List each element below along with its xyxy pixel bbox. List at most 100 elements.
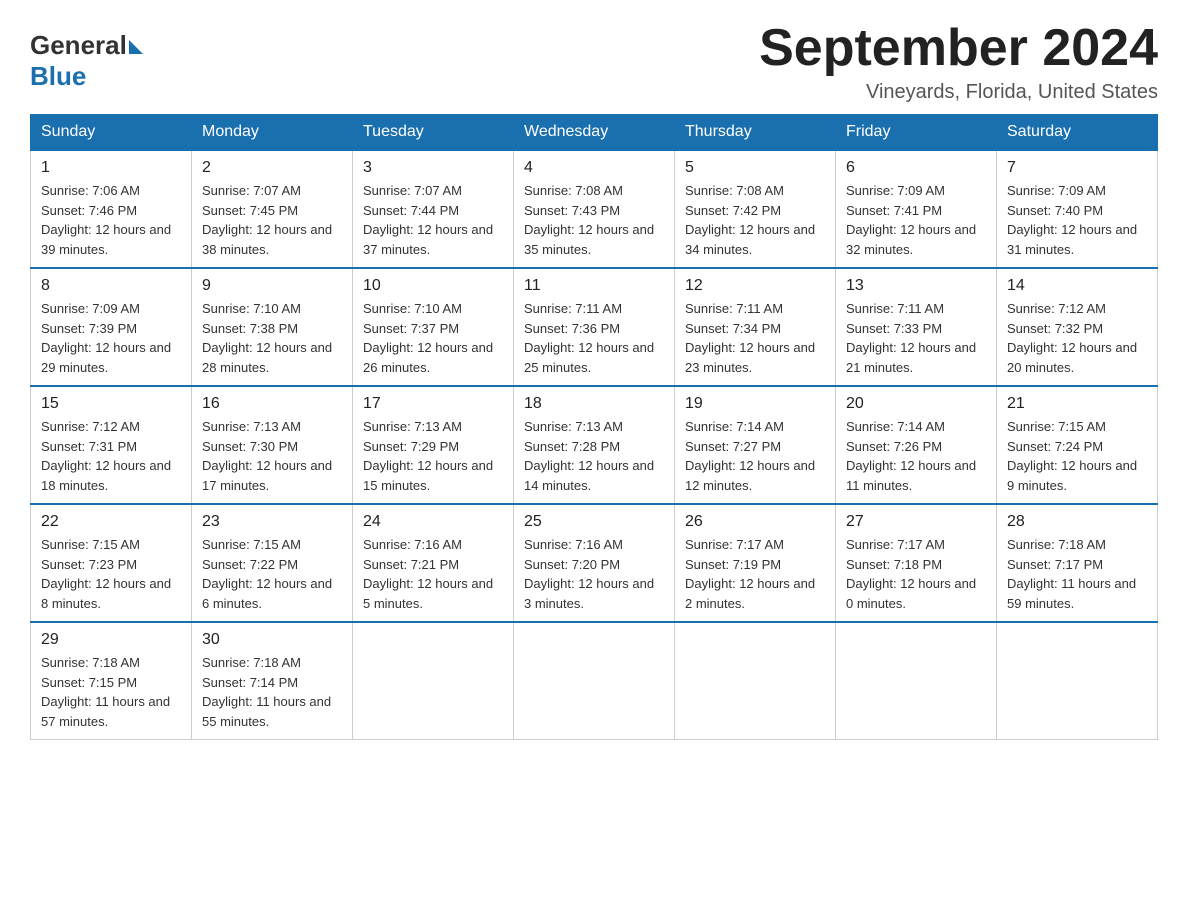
day-number: 8 [41,277,181,295]
day-info: Sunrise: 7:11 AM Sunset: 7:36 PM Dayligh… [524,299,664,377]
table-row [675,622,836,740]
day-info: Sunrise: 7:06 AM Sunset: 7:46 PM Dayligh… [41,181,181,259]
table-row: 4 Sunrise: 7:08 AM Sunset: 7:43 PM Dayli… [514,150,675,268]
table-row: 26 Sunrise: 7:17 AM Sunset: 7:19 PM Dayl… [675,504,836,622]
table-row: 13 Sunrise: 7:11 AM Sunset: 7:33 PM Dayl… [836,268,997,386]
table-row: 11 Sunrise: 7:11 AM Sunset: 7:36 PM Dayl… [514,268,675,386]
table-row: 1 Sunrise: 7:06 AM Sunset: 7:46 PM Dayli… [31,150,192,268]
table-row: 17 Sunrise: 7:13 AM Sunset: 7:29 PM Dayl… [353,386,514,504]
day-number: 6 [846,159,986,177]
logo: General Blue [30,30,143,92]
day-info: Sunrise: 7:08 AM Sunset: 7:42 PM Dayligh… [685,181,825,259]
table-row: 30 Sunrise: 7:18 AM Sunset: 7:14 PM Dayl… [192,622,353,740]
day-number: 4 [524,159,664,177]
day-info: Sunrise: 7:07 AM Sunset: 7:45 PM Dayligh… [202,181,342,259]
table-row: 24 Sunrise: 7:16 AM Sunset: 7:21 PM Dayl… [353,504,514,622]
day-number: 22 [41,513,181,531]
calendar-week-row: 22 Sunrise: 7:15 AM Sunset: 7:23 PM Dayl… [31,504,1158,622]
calendar-week-row: 8 Sunrise: 7:09 AM Sunset: 7:39 PM Dayli… [31,268,1158,386]
day-info: Sunrise: 7:13 AM Sunset: 7:30 PM Dayligh… [202,417,342,495]
col-wednesday: Wednesday [514,115,675,151]
day-info: Sunrise: 7:15 AM Sunset: 7:24 PM Dayligh… [1007,417,1147,495]
table-row: 27 Sunrise: 7:17 AM Sunset: 7:18 PM Dayl… [836,504,997,622]
table-row [353,622,514,740]
col-saturday: Saturday [997,115,1158,151]
day-number: 15 [41,395,181,413]
day-number: 7 [1007,159,1147,177]
day-number: 14 [1007,277,1147,295]
col-sunday: Sunday [31,115,192,151]
day-number: 2 [202,159,342,177]
day-number: 30 [202,631,342,649]
day-number: 9 [202,277,342,295]
day-number: 24 [363,513,503,531]
col-thursday: Thursday [675,115,836,151]
day-info: Sunrise: 7:18 AM Sunset: 7:14 PM Dayligh… [202,653,342,731]
day-number: 12 [685,277,825,295]
day-number: 3 [363,159,503,177]
logo-arrow-icon [129,40,143,54]
day-info: Sunrise: 7:14 AM Sunset: 7:27 PM Dayligh… [685,417,825,495]
day-number: 16 [202,395,342,413]
day-number: 27 [846,513,986,531]
table-row: 8 Sunrise: 7:09 AM Sunset: 7:39 PM Dayli… [31,268,192,386]
day-info: Sunrise: 7:16 AM Sunset: 7:21 PM Dayligh… [363,535,503,613]
table-row: 20 Sunrise: 7:14 AM Sunset: 7:26 PM Dayl… [836,386,997,504]
day-number: 13 [846,277,986,295]
table-row [997,622,1158,740]
day-number: 28 [1007,513,1147,531]
logo-blue-text: Blue [30,61,143,92]
table-row [514,622,675,740]
page-header: General Blue September 2024 Vineyards, F… [30,20,1158,104]
calendar-week-row: 29 Sunrise: 7:18 AM Sunset: 7:15 PM Dayl… [31,622,1158,740]
col-friday: Friday [836,115,997,151]
day-info: Sunrise: 7:15 AM Sunset: 7:22 PM Dayligh… [202,535,342,613]
table-row: 25 Sunrise: 7:16 AM Sunset: 7:20 PM Dayl… [514,504,675,622]
table-row: 18 Sunrise: 7:13 AM Sunset: 7:28 PM Dayl… [514,386,675,504]
table-row [836,622,997,740]
day-info: Sunrise: 7:09 AM Sunset: 7:39 PM Dayligh… [41,299,181,377]
day-info: Sunrise: 7:10 AM Sunset: 7:38 PM Dayligh… [202,299,342,377]
day-info: Sunrise: 7:18 AM Sunset: 7:15 PM Dayligh… [41,653,181,731]
col-monday: Monday [192,115,353,151]
calendar-header-row: Sunday Monday Tuesday Wednesday Thursday… [31,115,1158,151]
day-number: 17 [363,395,503,413]
calendar-week-row: 1 Sunrise: 7:06 AM Sunset: 7:46 PM Dayli… [31,150,1158,268]
day-number: 5 [685,159,825,177]
day-info: Sunrise: 7:08 AM Sunset: 7:43 PM Dayligh… [524,181,664,259]
day-number: 1 [41,159,181,177]
day-info: Sunrise: 7:18 AM Sunset: 7:17 PM Dayligh… [1007,535,1147,613]
month-title: September 2024 [759,20,1158,77]
table-row: 15 Sunrise: 7:12 AM Sunset: 7:31 PM Dayl… [31,386,192,504]
table-row: 9 Sunrise: 7:10 AM Sunset: 7:38 PM Dayli… [192,268,353,386]
day-number: 18 [524,395,664,413]
day-number: 10 [363,277,503,295]
day-info: Sunrise: 7:12 AM Sunset: 7:31 PM Dayligh… [41,417,181,495]
table-row: 19 Sunrise: 7:14 AM Sunset: 7:27 PM Dayl… [675,386,836,504]
location-subtitle: Vineyards, Florida, United States [759,81,1158,104]
table-row: 12 Sunrise: 7:11 AM Sunset: 7:34 PM Dayl… [675,268,836,386]
day-info: Sunrise: 7:11 AM Sunset: 7:33 PM Dayligh… [846,299,986,377]
day-number: 21 [1007,395,1147,413]
day-number: 19 [685,395,825,413]
day-info: Sunrise: 7:15 AM Sunset: 7:23 PM Dayligh… [41,535,181,613]
day-info: Sunrise: 7:10 AM Sunset: 7:37 PM Dayligh… [363,299,503,377]
table-row: 7 Sunrise: 7:09 AM Sunset: 7:40 PM Dayli… [997,150,1158,268]
table-row: 14 Sunrise: 7:12 AM Sunset: 7:32 PM Dayl… [997,268,1158,386]
day-info: Sunrise: 7:09 AM Sunset: 7:40 PM Dayligh… [1007,181,1147,259]
table-row: 16 Sunrise: 7:13 AM Sunset: 7:30 PM Dayl… [192,386,353,504]
table-row: 28 Sunrise: 7:18 AM Sunset: 7:17 PM Dayl… [997,504,1158,622]
day-info: Sunrise: 7:17 AM Sunset: 7:19 PM Dayligh… [685,535,825,613]
table-row: 6 Sunrise: 7:09 AM Sunset: 7:41 PM Dayli… [836,150,997,268]
day-number: 26 [685,513,825,531]
table-row: 2 Sunrise: 7:07 AM Sunset: 7:45 PM Dayli… [192,150,353,268]
day-info: Sunrise: 7:16 AM Sunset: 7:20 PM Dayligh… [524,535,664,613]
day-number: 29 [41,631,181,649]
day-info: Sunrise: 7:11 AM Sunset: 7:34 PM Dayligh… [685,299,825,377]
day-info: Sunrise: 7:17 AM Sunset: 7:18 PM Dayligh… [846,535,986,613]
day-info: Sunrise: 7:13 AM Sunset: 7:29 PM Dayligh… [363,417,503,495]
day-number: 11 [524,277,664,295]
day-number: 25 [524,513,664,531]
table-row: 10 Sunrise: 7:10 AM Sunset: 7:37 PM Dayl… [353,268,514,386]
day-info: Sunrise: 7:07 AM Sunset: 7:44 PM Dayligh… [363,181,503,259]
